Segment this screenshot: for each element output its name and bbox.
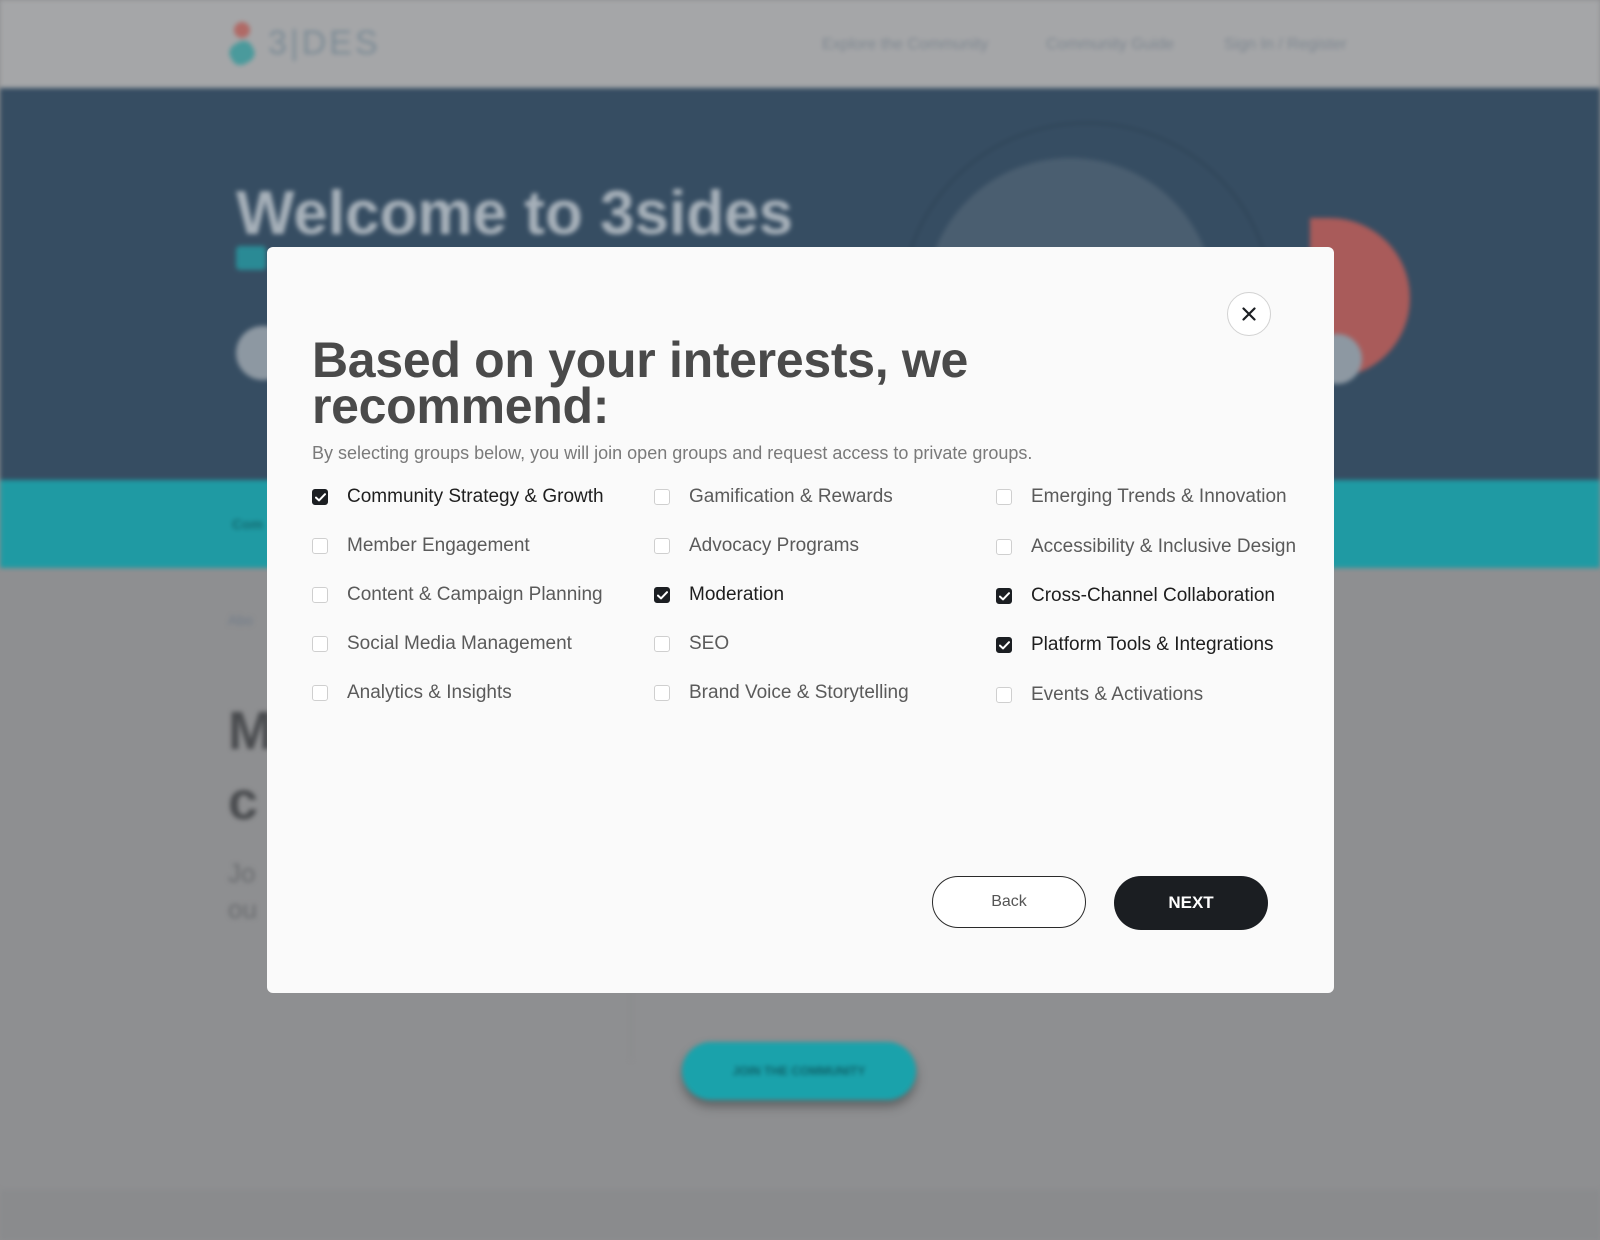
checkbox[interactable] bbox=[312, 538, 328, 554]
background-breadcrumb: Abo bbox=[228, 612, 253, 628]
option-label: Cross-Channel Collaboration bbox=[1031, 585, 1275, 606]
option-member-engagement[interactable]: Member Engagement bbox=[312, 535, 530, 557]
hero-subtitle-fragment bbox=[236, 246, 266, 270]
option-label: Brand Voice & Storytelling bbox=[689, 682, 909, 703]
background-paragraph-line1: Jo bbox=[228, 858, 256, 888]
option-platform-tools-and-integrations[interactable]: Platform Tools & Integrations bbox=[996, 634, 1274, 656]
option-label: Accessibility & Inclusive Design bbox=[1031, 536, 1297, 557]
option-content-and-campaign-planning[interactable]: Content & Campaign Planning bbox=[312, 584, 603, 606]
next-button[interactable]: NEXT bbox=[1114, 876, 1268, 930]
option-community-strategy-and-growth[interactable]: Community Strategy & Growth bbox=[312, 486, 604, 508]
checkbox[interactable] bbox=[312, 587, 328, 603]
option-label: Member Engagement bbox=[347, 535, 530, 556]
checkbox[interactable] bbox=[654, 538, 670, 554]
back-button[interactable]: Back bbox=[932, 876, 1086, 928]
option-moderation[interactable]: Moderation bbox=[654, 584, 784, 606]
nav-link-signin: Sign In / Register bbox=[1224, 36, 1347, 53]
background-paragraph-line2: ou bbox=[228, 894, 257, 924]
modal-description: By selecting groups below, you will join… bbox=[312, 443, 1033, 463]
option-advocacy-programs[interactable]: Advocacy Programs bbox=[654, 535, 859, 557]
checkbox[interactable] bbox=[312, 636, 328, 652]
nav-link-explore: Explore the Community bbox=[822, 36, 989, 53]
checkbox[interactable] bbox=[996, 539, 1012, 555]
option-label: Emerging Trends & Innovation bbox=[1031, 486, 1287, 507]
checkmark-icon bbox=[998, 640, 1010, 649]
option-events-and-activations[interactable]: Events & Activations bbox=[996, 684, 1203, 706]
logo-mark-icon bbox=[226, 22, 264, 69]
recommendations-modal: Based on your interests, we recommend: B… bbox=[267, 247, 1334, 993]
checkbox-checked[interactable] bbox=[996, 588, 1012, 604]
site-logo: 3|DES bbox=[226, 20, 378, 69]
option-gamification-and-rewards[interactable]: Gamification & Rewards bbox=[654, 486, 893, 508]
checkbox[interactable] bbox=[996, 687, 1012, 703]
option-label: SEO bbox=[689, 633, 730, 654]
background-divider bbox=[630, 990, 632, 1060]
option-label: Moderation bbox=[689, 584, 785, 605]
site-header: 3|DES Explore the Community Community Gu… bbox=[0, 0, 1600, 88]
checkbox[interactable] bbox=[654, 685, 670, 701]
teal-banner-text: Com bbox=[232, 516, 264, 532]
option-analytics-and-insights[interactable]: Analytics & Insights bbox=[312, 682, 512, 704]
nav-link-guide: Community Guide bbox=[1046, 36, 1175, 53]
background-footer bbox=[0, 1190, 1600, 1240]
option-label: Content & Campaign Planning bbox=[347, 584, 603, 605]
option-label: Gamification & Rewards bbox=[689, 486, 893, 507]
close-icon bbox=[1242, 307, 1256, 321]
modal-title: Based on your interests, we recommend: bbox=[312, 332, 968, 434]
option-accessibility-and-inclusive-design[interactable]: Accessibility & Inclusive Design bbox=[996, 536, 1296, 558]
option-seo[interactable]: SEO bbox=[654, 633, 729, 655]
checkbox-checked[interactable] bbox=[654, 587, 670, 603]
join-community-button: JOIN THE COMMUNITY bbox=[682, 1042, 916, 1100]
checkbox-checked[interactable] bbox=[996, 637, 1012, 653]
checkbox[interactable] bbox=[654, 489, 670, 505]
option-brand-voice-and-storytelling[interactable]: Brand Voice & Storytelling bbox=[654, 682, 909, 704]
hero-title: Welcome to 3sides bbox=[236, 179, 794, 248]
close-button[interactable] bbox=[1227, 292, 1271, 336]
logo-text: 3|DES bbox=[268, 24, 381, 62]
background-heading-line2: c bbox=[228, 771, 259, 831]
option-label: Events & Activations bbox=[1031, 684, 1204, 705]
checkmark-icon bbox=[998, 591, 1010, 600]
option-label: Advocacy Programs bbox=[689, 535, 860, 556]
option-label: Platform Tools & Integrations bbox=[1031, 634, 1274, 655]
checkbox[interactable] bbox=[654, 636, 670, 652]
option-cross-channel-collaboration[interactable]: Cross-Channel Collaboration bbox=[996, 585, 1275, 607]
checkbox[interactable] bbox=[996, 489, 1012, 505]
checkbox[interactable] bbox=[312, 685, 328, 701]
checkmark-icon bbox=[656, 590, 668, 599]
option-social-media-management[interactable]: Social Media Management bbox=[312, 633, 572, 655]
checkbox-checked[interactable] bbox=[312, 489, 328, 505]
option-label: Analytics & Insights bbox=[347, 682, 512, 703]
option-emerging-trends-and-innovation[interactable]: Emerging Trends & Innovation bbox=[996, 486, 1287, 508]
option-label: Community Strategy & Growth bbox=[347, 486, 604, 507]
join-community-label: JOIN THE COMMUNITY bbox=[732, 1064, 866, 1078]
option-label: Social Media Management bbox=[347, 633, 572, 654]
checkmark-icon bbox=[314, 492, 326, 501]
